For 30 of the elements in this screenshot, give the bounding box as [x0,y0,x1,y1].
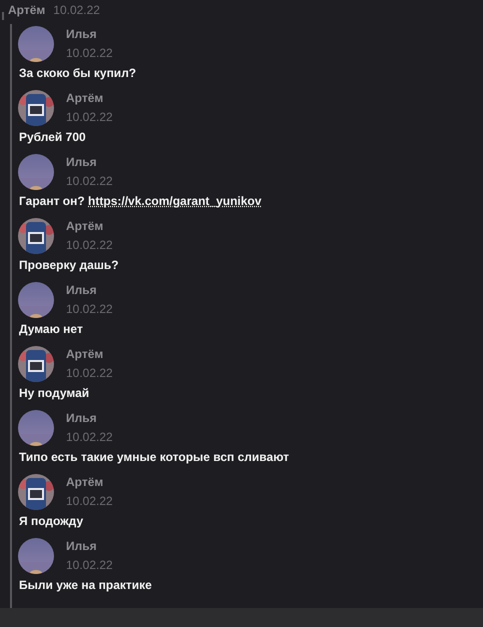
message-date: 10.02.22 [66,110,113,124]
message-text: Рублей 700 [18,130,87,145]
author-name: Илья [66,283,98,297]
message-text: Ну подумай [18,386,90,401]
message-date: 10.02.22 [66,366,113,380]
link[interactable]: https://vk.com/garant_yunikov [88,194,262,208]
message-date: 10.02.22 [66,302,113,316]
message-text: За скоко бы купил? [18,66,138,81]
message-date: 10.02.22 [66,238,113,252]
message-date: 10.02.22 [66,430,113,444]
message-text: Я подожду [18,514,84,529]
author-name: Артём [66,219,104,233]
author-name: Артём [66,475,104,489]
message-date: 10.02.22 [66,558,113,572]
message-date: 10.02.22 [66,494,113,508]
message-text: Гарант он? https://vk.com/garant_yunikov [18,194,262,209]
author-name: Илья [66,27,98,41]
author-name: Артём [8,3,46,17]
message-text: Были уже на практике [18,578,153,593]
message-text: Типо есть такие умные которые всп сливают [18,450,290,465]
message-date: 10.02.22 [66,174,113,188]
author-name: Артём [66,347,104,361]
message-date: 10.02.22 [66,46,113,60]
author-name: Илья [66,411,98,425]
author-name: Илья [66,539,98,553]
message-text: Думаю нет [18,322,84,337]
author-name: Илья [66,155,98,169]
message-text: Проверку дашь? [18,258,120,273]
message-date: 10.02.22 [53,3,100,17]
author-name: Артём [66,91,104,105]
